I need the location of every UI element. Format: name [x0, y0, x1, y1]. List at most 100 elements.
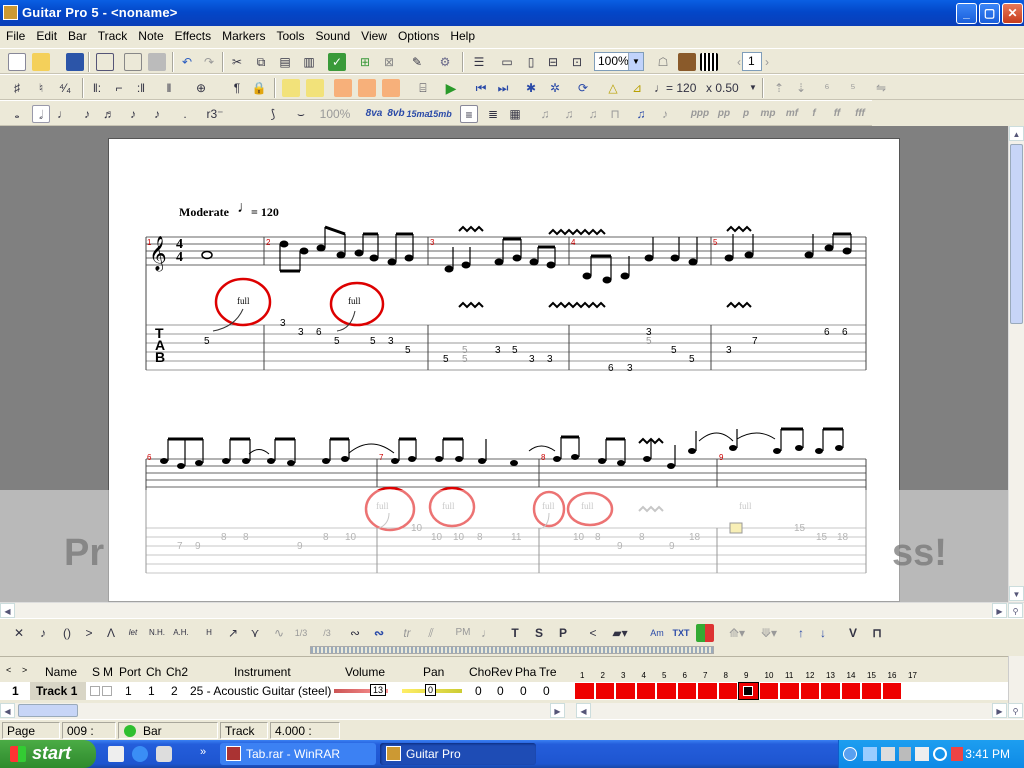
flat-key-icon[interactable]: ♮	[32, 79, 50, 97]
accent-icon[interactable]: >	[80, 624, 98, 642]
skip-end-icon[interactable]: ⏭	[494, 79, 512, 97]
bar-grid-cell[interactable]	[657, 683, 676, 699]
track-port[interactable]: 1	[125, 684, 132, 698]
zoom-fit-icon[interactable]: ⊡	[568, 53, 586, 71]
metronome-off-icon[interactable]: ⊿	[628, 79, 646, 97]
speed-dropdown-icon[interactable]: ▼	[744, 79, 762, 97]
bar-grid-cell[interactable]	[759, 683, 778, 699]
menu-tools[interactable]: Tools	[270, 26, 309, 43]
vibrato-icon[interactable]: ∾	[346, 624, 364, 642]
octave-down-icon[interactable]: ⁵	[844, 79, 862, 97]
auto-stem-icon[interactable]: ♫	[632, 105, 650, 123]
chevron-down-icon[interactable]: ▼	[628, 53, 643, 70]
marker-2-icon[interactable]	[358, 79, 376, 97]
thirty-second-note-icon[interactable]: ♪	[124, 105, 142, 123]
vibrato-bar-icon[interactable]: ∿	[270, 624, 288, 642]
solo-checkbox[interactable]	[90, 686, 100, 696]
repeat-open-icon[interactable]: ‖:	[88, 79, 106, 97]
screen-view-icon[interactable]: ▭	[498, 53, 516, 71]
bars-zoom-icon[interactable]: ⚲	[1008, 703, 1023, 718]
tuplet-icon[interactable]: /3	[318, 624, 336, 642]
track-rev[interactable]: 0	[497, 684, 504, 698]
dynamic-f[interactable]: f	[806, 105, 822, 123]
track-horizontal-scrollbar[interactable]: ◀ ▶ ◀ ▶ ⚲	[0, 703, 1024, 719]
loop-icon[interactable]: ⟳	[574, 79, 592, 97]
start-button[interactable]: start	[0, 740, 96, 768]
check-bar-icon[interactable]: ✓	[328, 53, 346, 71]
mute-checkbox[interactable]	[102, 686, 112, 696]
paste-icon[interactable]: ▤	[276, 53, 294, 71]
string-change-icon[interactable]: ⇋	[872, 79, 890, 97]
track-scroll-thumb[interactable]	[18, 704, 78, 717]
minimize-button[interactable]: _	[956, 3, 977, 24]
pickstroke-icon[interactable]: ▰▾	[606, 624, 634, 642]
bar-grid-cell[interactable]	[841, 683, 860, 699]
page-next-icon[interactable]: ›	[758, 53, 776, 71]
add-marker-icon[interactable]	[282, 79, 300, 97]
explorer-quicklaunch-icon[interactable]	[108, 746, 124, 762]
panel-splitter[interactable]	[310, 646, 714, 654]
track-tre[interactable]: 0	[543, 684, 550, 698]
menu-sound[interactable]: Sound	[309, 26, 355, 43]
page-view-icon[interactable]: ☰	[470, 53, 488, 71]
tab-down-icon[interactable]: ⇣	[792, 79, 810, 97]
alternate-ending-icon[interactable]: ⌐	[110, 79, 128, 97]
bar-grid-cell[interactable]	[882, 683, 901, 699]
track-row[interactable]: 1 Track 1 1 1 2 25 - Acoustic Guitar (st…	[0, 682, 1024, 700]
velocity-percent[interactable]: 100%	[318, 105, 352, 123]
redo-icon[interactable]: ↷	[200, 53, 218, 71]
dynamic-pp[interactable]: pp	[714, 105, 734, 123]
direction-icon[interactable]: ⊕	[192, 79, 210, 97]
chord-diagram-button[interactable]: Am	[648, 624, 666, 642]
multitrack-icon[interactable]: ⊟	[544, 53, 562, 71]
task-winrar[interactable]: Tab.rar - WinRAR	[220, 743, 376, 765]
dynamic-ppp[interactable]: ppp	[690, 105, 710, 123]
pan-value[interactable]: 0	[425, 684, 437, 696]
stave-view-icon[interactable]: ≡	[460, 105, 478, 123]
security-shield-icon[interactable]	[899, 747, 911, 761]
beam-icon[interactable]: ♫	[560, 105, 578, 123]
15ma-button[interactable]: 15ma	[406, 105, 430, 123]
marker-1-icon[interactable]	[334, 79, 352, 97]
quicklaunch-more-icon[interactable]: »	[200, 746, 206, 758]
bar-grid-cell[interactable]	[595, 683, 614, 699]
properties-icon[interactable]	[96, 53, 114, 71]
lock-icon[interactable]: 🔒	[250, 79, 268, 97]
count-in-icon[interactable]: △	[604, 79, 622, 97]
paragraph-icon[interactable]: ¶	[228, 79, 246, 97]
menu-view[interactable]: View	[355, 26, 392, 43]
print-preview-icon[interactable]	[124, 53, 142, 71]
tie-icon[interactable]: ⟆	[264, 105, 282, 123]
print-icon[interactable]	[148, 53, 166, 71]
skip-start-icon[interactable]: ⏮	[472, 79, 490, 97]
track-instrument[interactable]: 25 - Acoustic Guitar (steel)	[190, 684, 331, 698]
bar-grid-cell[interactable]	[738, 682, 759, 700]
beam-group-icon[interactable]: ⊓	[606, 105, 624, 123]
bar-grid-cell[interactable]	[698, 683, 717, 699]
grace-note-icon[interactable]: ♪	[34, 624, 52, 642]
follow-icon[interactable]: ✱	[522, 79, 540, 97]
bend-icon[interactable]: ↗	[224, 624, 242, 642]
bar-grid-cell[interactable]	[718, 683, 737, 699]
bar-grid-cell[interactable]	[862, 683, 881, 699]
tremolo-picking-icon[interactable]: ⫽	[422, 624, 440, 642]
palm-mute-button[interactable]: PM	[450, 624, 476, 642]
metronome-icon[interactable]: ✲	[546, 79, 564, 97]
marcato-icon[interactable]: Λ	[102, 624, 120, 642]
track-prev-icon[interactable]: <	[6, 665, 11, 675]
hammer-on-icon[interactable]: H	[200, 624, 218, 642]
up-stroke-icon[interactable]: ↑	[792, 624, 810, 642]
delete-bar-icon[interactable]: ⊠	[380, 53, 398, 71]
8va-button[interactable]: 8va	[362, 105, 386, 123]
whole-note-icon[interactable]: 𝅝	[8, 105, 26, 123]
save-icon[interactable]	[66, 53, 84, 71]
dynamic-mp[interactable]: mp	[758, 105, 778, 123]
marker-3-icon[interactable]	[382, 79, 400, 97]
track-name[interactable]: Track 1	[30, 682, 86, 700]
pick-upstroke-button[interactable]: V	[844, 624, 862, 642]
track-cho[interactable]: 0	[475, 684, 482, 698]
track-next-icon[interactable]: >	[22, 665, 27, 675]
cut-icon[interactable]: ✂	[228, 53, 246, 71]
menu-file[interactable]: File	[0, 26, 30, 43]
dynamic-p[interactable]: p	[736, 105, 756, 123]
